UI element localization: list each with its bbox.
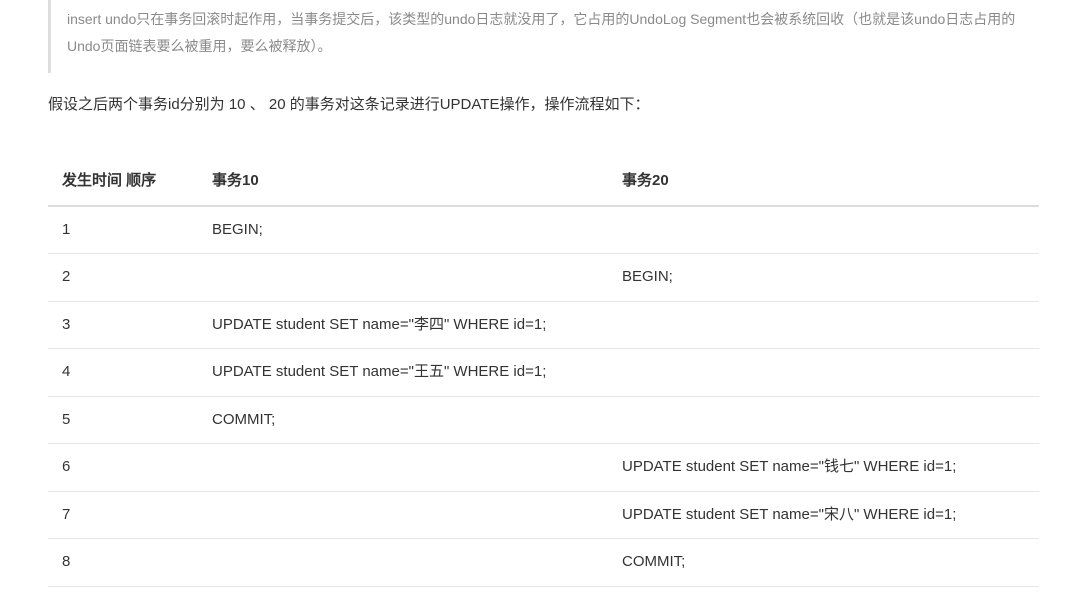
- blockquote-note: insert undo只在事务回滚时起作用，当事务提交后，该类型的undo日志就…: [48, 0, 1039, 73]
- col-header-seq: 发生时间 顺序: [48, 158, 198, 206]
- cell-t20: [608, 396, 1039, 444]
- note-text: insert undo只在事务回滚时起作用，当事务提交后，该类型的undo日志就…: [67, 11, 1015, 54]
- cell-seq: 4: [48, 349, 198, 397]
- cell-t10: [198, 539, 608, 587]
- cell-t20: [608, 349, 1039, 397]
- transactions-table: 发生时间 顺序 事务10 事务20 1 BEGIN; 2 BEGIN; 3: [48, 158, 1039, 587]
- table-row: 1 BEGIN;: [48, 206, 1039, 254]
- cell-t20: UPDATE student SET name="钱七" WHERE id=1;: [608, 444, 1039, 492]
- cell-t10: BEGIN;: [198, 206, 608, 254]
- cell-t20: [608, 206, 1039, 254]
- table-row: 3 UPDATE student SET name="李四" WHERE id=…: [48, 301, 1039, 349]
- table-row: 7 UPDATE student SET name="宋八" WHERE id=…: [48, 491, 1039, 539]
- cell-seq: 6: [48, 444, 198, 492]
- cell-seq: 8: [48, 539, 198, 587]
- cell-seq: 5: [48, 396, 198, 444]
- col-header-t10: 事务10: [198, 158, 608, 206]
- cell-t10: UPDATE student SET name="李四" WHERE id=1;: [198, 301, 608, 349]
- table-header-row: 发生时间 顺序 事务10 事务20: [48, 158, 1039, 206]
- table-row: 2 BEGIN;: [48, 254, 1039, 302]
- cell-t20: BEGIN;: [608, 254, 1039, 302]
- table-row: 5 COMMIT;: [48, 396, 1039, 444]
- cell-t10: UPDATE student SET name="王五" WHERE id=1;: [198, 349, 608, 397]
- cell-seq: 2: [48, 254, 198, 302]
- body-paragraph: 假设之后两个事务id分别为 10 、 20 的事务对这条记录进行UPDATE操作…: [48, 91, 1039, 118]
- col-header-t20: 事务20: [608, 158, 1039, 206]
- paragraph-text: 假设之后两个事务id分别为 10 、 20 的事务对这条记录进行UPDATE操作…: [48, 96, 649, 113]
- cell-seq: 1: [48, 206, 198, 254]
- cell-seq: 3: [48, 301, 198, 349]
- cell-t10: [198, 254, 608, 302]
- table-wrap: 发生时间 顺序 事务10 事务20 1 BEGIN; 2 BEGIN; 3: [48, 158, 1039, 587]
- table-row: 4 UPDATE student SET name="王五" WHERE id=…: [48, 349, 1039, 397]
- cell-seq: 7: [48, 491, 198, 539]
- table-row: 6 UPDATE student SET name="钱七" WHERE id=…: [48, 444, 1039, 492]
- cell-t10: [198, 444, 608, 492]
- cell-t10: [198, 491, 608, 539]
- cell-t10: COMMIT;: [198, 396, 608, 444]
- table-row: 8 COMMIT;: [48, 539, 1039, 587]
- cell-t20: UPDATE student SET name="宋八" WHERE id=1;: [608, 491, 1039, 539]
- page-content: insert undo只在事务回滚时起作用，当事务提交后，该类型的undo日志就…: [0, 0, 1087, 611]
- cell-t20: COMMIT;: [608, 539, 1039, 587]
- cell-t20: [608, 301, 1039, 349]
